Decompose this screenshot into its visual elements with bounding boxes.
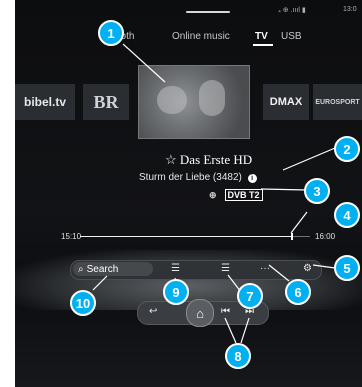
callout-3: 3 — [304, 178, 330, 204]
tv-media-screen: ₄ ⊕ .ıııl ▮ 13:0 ooth Online music TV US… — [15, 0, 362, 387]
callout-5: 5 — [334, 255, 360, 281]
callout-8: 8 — [225, 343, 251, 369]
callout-10: 10 — [70, 290, 96, 316]
callout-9: 9 — [163, 279, 189, 305]
callout-6: 6 — [285, 279, 311, 305]
callout-4: 4 — [334, 202, 360, 228]
callout-1: 1 — [98, 20, 124, 46]
callout-2: 2 — [334, 136, 360, 162]
callout-7: 7 — [237, 283, 263, 309]
